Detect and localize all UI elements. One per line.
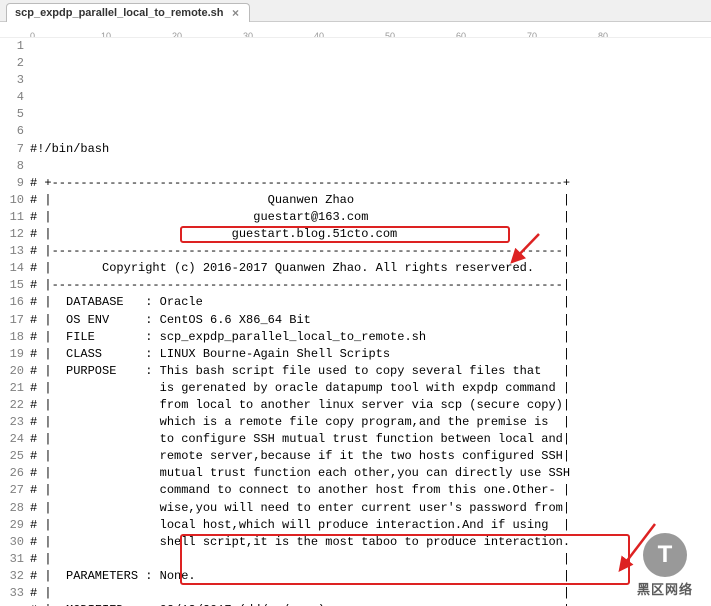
- code-line: # | CLASS : LINUX Bourne-Again Shell Scr…: [30, 346, 711, 363]
- editor[interactable]: 1234567891011121314151617181920212223242…: [0, 38, 711, 606]
- code-text: # +-------------------------------------…: [30, 175, 570, 192]
- code-text: # |-------------------------------------…: [30, 277, 570, 294]
- line-number: 3: [0, 72, 24, 89]
- code-line: # | mutual trust function each other,you…: [30, 465, 711, 482]
- code-line: # | |: [30, 551, 711, 568]
- code-line: # | guestart@163.com |: [30, 209, 711, 226]
- line-number: 16: [0, 294, 24, 311]
- line-number: 33: [0, 585, 24, 602]
- line-number: 1: [0, 38, 24, 55]
- code-text: # | shell script,it is the most taboo to…: [30, 534, 570, 551]
- code-line: # | wise,you will need to enter current …: [30, 500, 711, 517]
- line-number: 30: [0, 534, 24, 551]
- code-text: # | Copyright (c) 2016-2017 Quanwen Zhao…: [30, 260, 570, 277]
- code-line: # | PARAMETERS : None. |: [30, 568, 711, 585]
- line-number: 24: [0, 431, 24, 448]
- line-number: 20: [0, 363, 24, 380]
- tab-filename: scp_expdp_parallel_local_to_remote.sh: [15, 7, 223, 19]
- code-line: # +-------------------------------------…: [30, 175, 711, 192]
- code-line: # | local host,which will produce intera…: [30, 517, 711, 534]
- code-text: # | command to connect to another host f…: [30, 482, 570, 499]
- code-text: # | |: [30, 585, 570, 602]
- code-text: # | remote server,because if it the two …: [30, 448, 570, 465]
- code-text: # | mutual trust function each other,you…: [30, 465, 570, 482]
- code-line: #!/bin/bash: [30, 141, 711, 158]
- line-number: 27: [0, 482, 24, 499]
- line-number: 8: [0, 158, 24, 175]
- code-line: # | which is a remote file copy program,…: [30, 414, 711, 431]
- line-number: 26: [0, 465, 24, 482]
- line-number: 22: [0, 397, 24, 414]
- code-text: # | DATABASE : Oracle |: [30, 294, 570, 311]
- line-number: 15: [0, 277, 24, 294]
- column-ruler: [0, 22, 711, 38]
- code-line: # | DATABASE : Oracle |: [30, 294, 711, 311]
- code-line: # | is gerenated by oracle datapump tool…: [30, 380, 711, 397]
- code-text: # | wise,you will need to enter current …: [30, 500, 570, 517]
- code-line: # | Copyright (c) 2016-2017 Quanwen Zhao…: [30, 260, 711, 277]
- line-number: 25: [0, 448, 24, 465]
- line-number: 10: [0, 192, 24, 209]
- line-number: 7: [0, 141, 24, 158]
- code-text: # | which is a remote file copy program,…: [30, 414, 570, 431]
- line-number: 31: [0, 551, 24, 568]
- code-text: # | PURPOSE : This bash script file used…: [30, 363, 570, 380]
- line-number: 18: [0, 329, 24, 346]
- code-line: # | command to connect to another host f…: [30, 482, 711, 499]
- code-text: # | guestart.blog.51cto.com |: [30, 226, 570, 243]
- code-line: # | remote server,because if it the two …: [30, 448, 711, 465]
- line-number: 5: [0, 106, 24, 123]
- code-line: # |-------------------------------------…: [30, 277, 711, 294]
- line-number: 17: [0, 312, 24, 329]
- line-number: 9: [0, 175, 24, 192]
- line-number: 11: [0, 209, 24, 226]
- code-line: # | guestart.blog.51cto.com |: [30, 226, 711, 243]
- line-number: 6: [0, 123, 24, 140]
- tab-bar: scp_expdp_parallel_local_to_remote.sh ×: [0, 0, 711, 22]
- code-text: # |-------------------------------------…: [30, 243, 570, 260]
- line-number: 23: [0, 414, 24, 431]
- line-number: 13: [0, 243, 24, 260]
- code-text: # | |: [30, 551, 570, 568]
- code-text: # | is gerenated by oracle datapump tool…: [30, 380, 570, 397]
- code-text: # | MODIFIED : 02/13/2017 (dd/mm/yyyy) |: [30, 602, 570, 606]
- line-number: 14: [0, 260, 24, 277]
- code-text: # | OS ENV : CentOS 6.6 X86_64 Bit |: [30, 312, 570, 329]
- code-line: [30, 158, 711, 175]
- code-text: # | from local to another linux server v…: [30, 397, 570, 414]
- code-line: # | |: [30, 585, 711, 602]
- code-line: # | OS ENV : CentOS 6.6 X86_64 Bit |: [30, 312, 711, 329]
- close-icon[interactable]: ×: [229, 7, 241, 19]
- line-number: 2: [0, 55, 24, 72]
- code-text: # | local host,which will produce intera…: [30, 517, 570, 534]
- line-number: 28: [0, 500, 24, 517]
- code-text: # | FILE : scp_expdp_parallel_local_to_r…: [30, 329, 570, 346]
- code-line: # | MODIFIED : 02/13/2017 (dd/mm/yyyy) |: [30, 602, 711, 606]
- code-line: # | FILE : scp_expdp_parallel_local_to_r…: [30, 329, 711, 346]
- code-line: # | PURPOSE : This bash script file used…: [30, 363, 711, 380]
- code-text: # | CLASS : LINUX Bourne-Again Shell Scr…: [30, 346, 570, 363]
- line-number-gutter: 1234567891011121314151617181920212223242…: [0, 38, 30, 606]
- code-area[interactable]: #!/bin/bash # +--------------------------…: [30, 38, 711, 606]
- file-tab[interactable]: scp_expdp_parallel_local_to_remote.sh ×: [6, 3, 250, 22]
- code-text: # | to configure SSH mutual trust functi…: [30, 431, 570, 448]
- line-number: 29: [0, 517, 24, 534]
- code-line: # | to configure SSH mutual trust functi…: [30, 431, 711, 448]
- code-text: # | PARAMETERS : None. |: [30, 568, 570, 585]
- code-line: # | Quanwen Zhao |: [30, 192, 711, 209]
- line-number: 12: [0, 226, 24, 243]
- line-number: 19: [0, 346, 24, 363]
- code-line: # | shell script,it is the most taboo to…: [30, 534, 711, 551]
- line-number: 4: [0, 89, 24, 106]
- line-number: 32: [0, 568, 24, 585]
- code-line: # |-------------------------------------…: [30, 243, 711, 260]
- code-text: # | guestart@163.com |: [30, 209, 570, 226]
- line-number: 21: [0, 380, 24, 397]
- code-line: # | from local to another linux server v…: [30, 397, 711, 414]
- code-text: #!/bin/bash: [30, 141, 109, 158]
- code-text: # | Quanwen Zhao |: [30, 192, 570, 209]
